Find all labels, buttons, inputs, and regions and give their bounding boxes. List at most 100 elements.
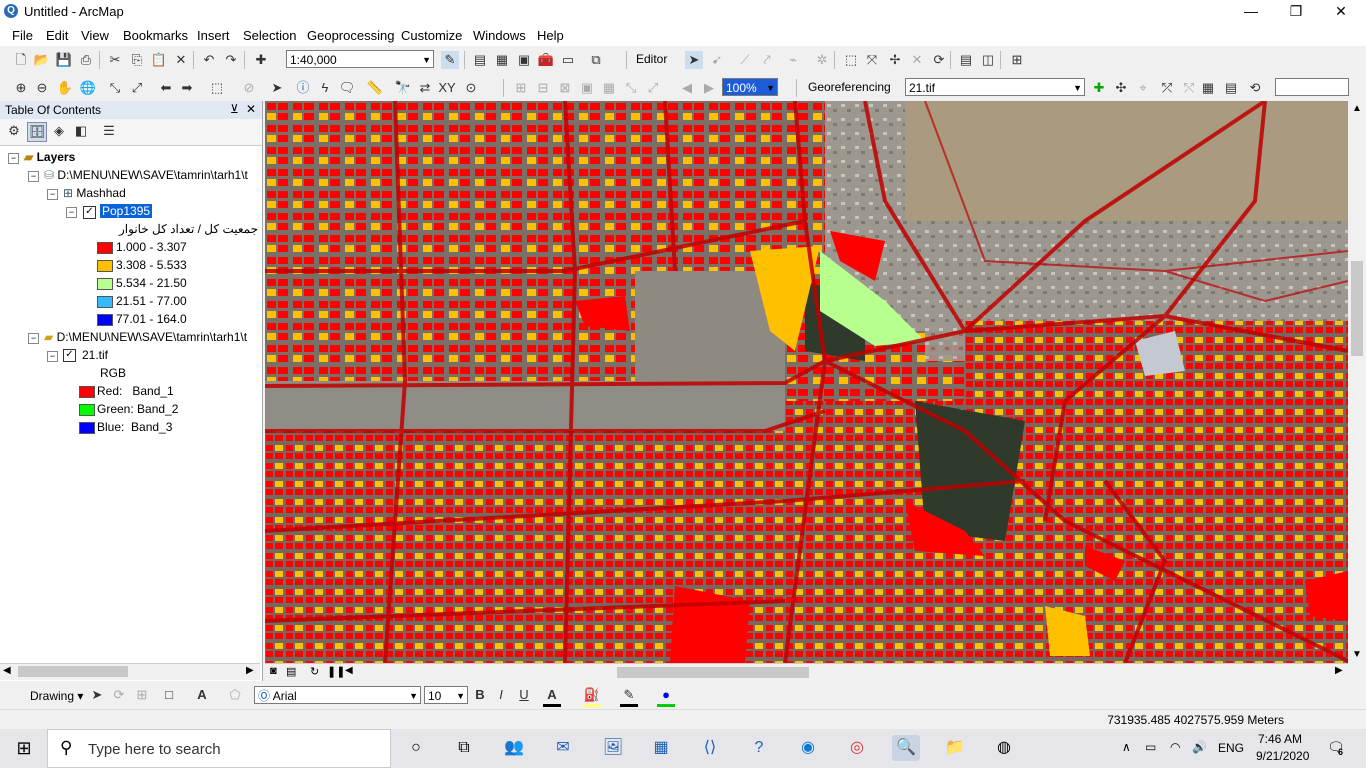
task-view-icon[interactable]: ⧉ [450, 735, 478, 761]
toc-horizontal-scrollbar[interactable]: ◀ ▶ [0, 663, 260, 680]
new-icon[interactable]: 🗋 [12, 51, 30, 69]
menu-insert[interactable]: Insert [197, 28, 230, 43]
menu-view[interactable]: View [81, 28, 109, 43]
underline-button[interactable]: U [515, 686, 533, 704]
fixed-zoom-in-icon[interactable]: ⤡ [106, 79, 124, 97]
clock-date[interactable]: 9/21/2020 [1256, 749, 1309, 763]
menu-edit[interactable]: Edit [46, 28, 68, 43]
add-control-points-icon[interactable]: ✚ [1090, 79, 1108, 97]
rotate-georef-icon[interactable]: ⤱ [1158, 79, 1176, 97]
identify-icon[interactable]: ⓘ [294, 79, 312, 97]
time-slider-icon[interactable]: ⊙ [462, 79, 480, 97]
list-by-source-icon[interactable]: 🗄 [27, 122, 47, 142]
map-vscroll-thumb[interactable] [1351, 261, 1363, 356]
collapse-layer-icon[interactable]: − [66, 207, 77, 218]
volume-icon[interactable]: 🔊 [1192, 740, 1207, 754]
layer-pop1395[interactable]: Pop1395 [100, 204, 153, 218]
font-combo[interactable]: Ⓞ Arial ▼ [254, 686, 421, 704]
help-icon[interactable]: ? [745, 735, 773, 761]
sketch-properties-icon[interactable]: ◫ [979, 51, 997, 69]
menu-selection[interactable]: Selection [243, 28, 296, 43]
windows-start-icon[interactable]: ⊞ [10, 735, 38, 761]
layers-root[interactable]: ▰ Layers [24, 150, 75, 164]
vscode-icon[interactable]: ⟨⟩ [696, 735, 724, 761]
collapse-layers-icon[interactable]: − [8, 153, 19, 164]
zoom-in-icon[interactable]: ⊕ [12, 79, 30, 97]
close-button[interactable]: ✕ [1318, 0, 1364, 24]
georeferencing-menu[interactable]: Georeferencing [808, 80, 891, 94]
toc-window-icon[interactable]: ▤ [471, 51, 489, 69]
paste-icon[interactable]: 📋 [150, 51, 168, 69]
arcmap-taskbar-icon[interactable]: 🔍 [892, 735, 920, 761]
map-scroll-up-icon[interactable]: ▲ [1352, 103, 1362, 114]
list-by-visibility-icon[interactable]: ◈ [50, 122, 68, 140]
menu-file[interactable]: File [12, 28, 33, 43]
photos-icon[interactable]: 🖼 [599, 735, 627, 761]
rectangle-icon[interactable]: □ [160, 686, 178, 704]
show-hidden-icons[interactable]: ∧ [1122, 740, 1131, 754]
viewer-icon[interactable]: ▤ [1222, 79, 1240, 97]
delete-icon[interactable]: ✕ [172, 51, 190, 69]
add-data-icon[interactable]: ✚ [252, 51, 270, 69]
list-by-drawing-order-icon[interactable]: ⚙ [5, 122, 23, 140]
find-route-icon[interactable]: ⇄ [416, 79, 434, 97]
create-features-icon[interactable]: ⊞ [1008, 51, 1026, 69]
html-popup-icon[interactable]: 🗨 [338, 79, 356, 97]
python-window-icon[interactable]: ▭ [559, 51, 577, 69]
collapse-raster-icon[interactable]: − [47, 351, 58, 362]
catalog-window-icon[interactable]: ▦ [493, 51, 511, 69]
forward-extent-icon[interactable]: ➡ [178, 79, 196, 97]
clock-time[interactable]: 7:46 AM [1258, 732, 1302, 746]
full-extent-icon[interactable]: 🌐 [79, 79, 97, 97]
minimize-button[interactable]: — [1228, 0, 1274, 24]
menu-customize[interactable]: Customize [401, 28, 462, 43]
map-scale-combo[interactable]: 1:40,000 ▼ [286, 50, 434, 68]
view-link-table-icon[interactable]: ▦ [1199, 79, 1217, 97]
transparency-combo[interactable]: 100% ▼ [722, 78, 778, 96]
workspace-group1[interactable]: ⛁ D:\MENU\NEW\SAVE\tamrin\tarh1\t [44, 168, 248, 182]
refresh-view-icon[interactable]: ↻ [310, 665, 319, 678]
font-size-combo[interactable]: 10 ▼ [424, 686, 468, 704]
pause-drawing-icon[interactable]: ❚❚ [327, 665, 345, 678]
collapse-group2-icon[interactable]: − [28, 333, 39, 344]
refresh-icon[interactable]: ⟲ [1246, 79, 1264, 97]
measure-icon[interactable]: 📏 [366, 79, 384, 97]
edge-icon[interactable]: ◉ [794, 735, 822, 761]
editor-menu[interactable]: Editor [636, 52, 667, 66]
menu-bookmarks[interactable]: Bookmarks [123, 28, 188, 43]
teams-icon[interactable]: 👥 [500, 735, 528, 761]
go-to-xy-icon[interactable]: XY [438, 79, 456, 97]
collapse-dataset-icon[interactable]: − [47, 189, 58, 200]
arcmap-app-icon[interactable]: Q [4, 4, 18, 18]
menu-windows[interactable]: Windows [473, 28, 526, 43]
font-color-icon[interactable]: A [543, 686, 561, 707]
scroll-right-icon[interactable]: ▶ [246, 665, 254, 676]
pan-icon[interactable]: ✋ [56, 79, 74, 97]
reshape-icon[interactable]: ⤧ [863, 51, 881, 69]
battery-icon[interactable]: ▭ [1145, 740, 1156, 754]
back-extent-icon[interactable]: ⬅ [157, 79, 175, 97]
map-display[interactable] [265, 101, 1348, 663]
map-canvas[interactable] [265, 101, 1348, 663]
toc-options-icon[interactable]: ☰ [100, 122, 118, 140]
zoom-out-icon[interactable]: ⊖ [33, 79, 51, 97]
dataset-mashhad[interactable]: ⊞ Mashhad [63, 186, 126, 200]
bold-button[interactable]: B [471, 686, 489, 704]
text-icon[interactable]: A [193, 686, 211, 704]
find-icon[interactable]: 🔭 [394, 79, 412, 97]
chrome-icon[interactable]: ◎ [843, 735, 871, 761]
attributes-icon[interactable]: ▤ [957, 51, 975, 69]
layer-visibility-checkbox[interactable]: ✓ [83, 206, 96, 219]
restore-button[interactable]: ❐ [1273, 0, 1319, 24]
workspace-group2[interactable]: ▰ D:\MENU\NEW\SAVE\tamrin\tarh1\t [44, 330, 247, 344]
fill-color-icon[interactable]: ⛽ [583, 686, 601, 707]
taskbar-search-box[interactable]: ⚲ Type here to search [47, 729, 391, 768]
raster-21tif[interactable]: 21.tif [82, 348, 108, 362]
select-elements-draw-icon[interactable]: ➤ [88, 686, 106, 704]
georef-input[interactable] [1275, 78, 1349, 96]
print-icon[interactable]: ⎙ [77, 51, 95, 69]
rotate-icon[interactable]: ⟳ [930, 51, 948, 69]
undo-icon[interactable]: ↶ [200, 51, 218, 69]
cut-polygons-icon[interactable]: ✢ [886, 51, 904, 69]
editor-toolbar-icon[interactable]: ✎ [441, 51, 459, 69]
